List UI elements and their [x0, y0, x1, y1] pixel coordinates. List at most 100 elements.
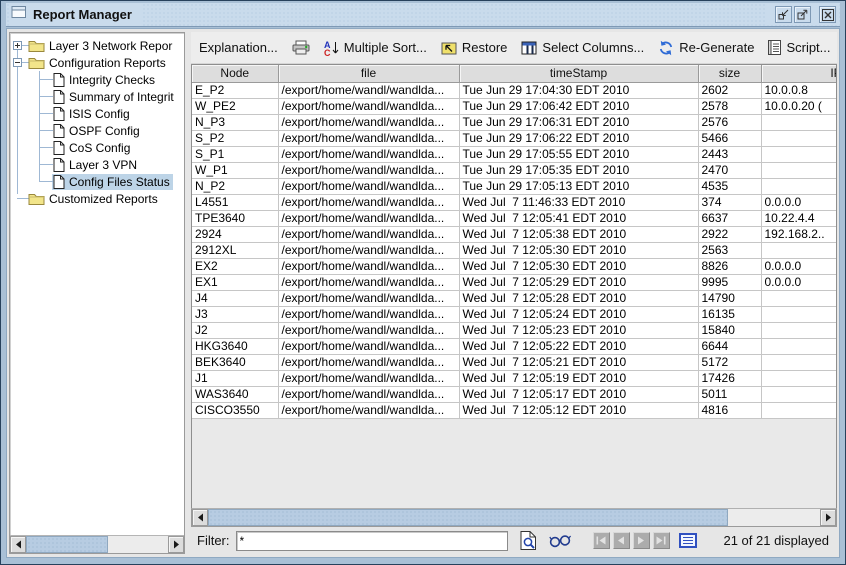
show-all-button[interactable]: [678, 533, 697, 548]
prev-page-button[interactable]: [612, 532, 630, 549]
tree-item-content: OSPF Config: [52, 123, 143, 139]
tree-item-label: Config Files Status: [69, 174, 170, 189]
filter-report-button[interactable]: [520, 531, 537, 550]
tree-scroll-right-button[interactable]: [168, 536, 184, 553]
cell-timestamp: Wed Jul 7 12:05:30 EDT 2010: [459, 258, 699, 275]
table-row[interactable]: S_P1/export/home/wandl/wandlda... Tue Jun…: [192, 146, 836, 163]
table-row[interactable]: EX1/export/home/wandl/wandlda... Wed Jul …: [192, 274, 836, 291]
table-scroll-left-button[interactable]: [192, 509, 208, 526]
cell-file: /export/home/wandl/wandlda...: [278, 370, 460, 387]
tree-item-customized-reports[interactable]: Customized Reports: [10, 190, 184, 207]
select-columns-button[interactable]: Select Columns...: [521, 40, 644, 55]
cell-timestamp: Wed Jul 7 12:05:38 EDT 2010: [459, 226, 699, 243]
cell-file: /export/home/wandl/wandlda...: [278, 82, 460, 99]
tree-scroll-thumb[interactable]: [26, 536, 109, 553]
tree-scroll-left-button[interactable]: [10, 536, 26, 553]
collapse-handle[interactable]: [13, 58, 22, 67]
table-row[interactable]: 2912XL/export/home/wandl/wandlda... Wed J…: [192, 242, 836, 259]
tree-horizontal-scrollbar[interactable]: [10, 535, 184, 553]
cell-node: J3: [192, 306, 279, 323]
table-row[interactable]: J2/export/home/wandl/wandlda... Wed Jul 7…: [192, 322, 836, 339]
table-scroll-right-button[interactable]: [820, 509, 836, 526]
table-row[interactable]: TPE3640/export/home/wandl/wandlda... Wed …: [192, 210, 836, 227]
table-row[interactable]: WAS3640/export/home/wandl/wandlda... Wed …: [192, 386, 836, 403]
table-row[interactable]: J3/export/home/wandl/wandlda... Wed Jul 7…: [192, 306, 836, 323]
cell-timestamp: Wed Jul 7 12:05:30 EDT 2010: [459, 242, 699, 259]
explanation-button[interactable]: Explanation...: [199, 40, 278, 55]
table-row[interactable]: 2924/export/home/wandl/wandlda... Wed Jul…: [192, 226, 836, 243]
script-button[interactable]: Script...: [768, 40, 831, 55]
table-horizontal-scrollbar[interactable]: [191, 508, 837, 527]
table-row[interactable]: BEK3640/export/home/wandl/wandlda... Wed …: [192, 354, 836, 371]
regenerate-button[interactable]: Re-Generate: [658, 40, 754, 56]
tree-item-layer3-vpn[interactable]: Layer 3 VPN: [10, 156, 184, 173]
window-icon: [11, 5, 27, 24]
first-page-button[interactable]: [592, 532, 610, 549]
cell-size: 374: [698, 194, 762, 211]
cell-size: 4816: [698, 402, 762, 419]
table-row[interactable]: HKG3640/export/home/wandl/wandlda... Wed …: [192, 338, 836, 355]
minimize-button[interactable]: [775, 6, 792, 23]
tree-item-content: Customized Reports: [27, 191, 161, 207]
cell-file: /export/home/wandl/wandlda...: [278, 210, 460, 227]
table-row[interactable]: J1/export/home/wandl/wandlda... Wed Jul 7…: [192, 370, 836, 387]
tree-item-config-files-status[interactable]: Config Files Status: [10, 173, 184, 190]
cell-timestamp: Tue Jun 29 17:05:55 EDT 2010: [459, 146, 699, 163]
advanced-search-button[interactable]: [548, 531, 571, 550]
cell-timestamp: Wed Jul 7 12:05:24 EDT 2010: [459, 306, 699, 323]
tree-scroll-track[interactable]: [26, 536, 168, 553]
column-header-timestamp[interactable]: timeStamp: [459, 65, 699, 83]
tree-item-label: Configuration Reports: [49, 55, 166, 70]
column-header-node[interactable]: Node: [192, 65, 279, 83]
tree-item-cos-config[interactable]: CoS Config: [10, 139, 184, 156]
cell-size: 5172: [698, 354, 762, 371]
restore-icon: [441, 41, 457, 55]
table-row[interactable]: W_PE2/export/home/wandl/wandlda... Tue Ju…: [192, 98, 836, 115]
table-row[interactable]: N_P2/export/home/wandl/wandlda... Tue Jun…: [192, 178, 836, 195]
table-row[interactable]: J4/export/home/wandl/wandlda... Wed Jul 7…: [192, 290, 836, 307]
cell-file: /export/home/wandl/wandlda...: [278, 162, 460, 179]
toolbar: Explanation... A C Multiple Sort... Restore S…: [191, 32, 837, 64]
tree-item-integrity-checks[interactable]: Integrity Checks: [10, 71, 184, 88]
cell-file: /export/home/wandl/wandlda...: [278, 130, 460, 147]
title-bar[interactable]: Report Manager: [6, 3, 840, 27]
tree-item-label: Customized Reports: [49, 191, 158, 206]
column-header-file[interactable]: file: [278, 65, 460, 83]
maximize-button[interactable]: [794, 6, 811, 23]
column-header-ip[interactable]: IP: [761, 65, 836, 83]
tree-item-summary-of-integrity[interactable]: Summary of Integrit: [10, 88, 184, 105]
cell-timestamp: Wed Jul 7 12:05:23 EDT 2010: [459, 322, 699, 339]
table-row[interactable]: W_P1/export/home/wandl/wandlda... Tue Jun…: [192, 162, 836, 179]
table-scroll-track[interactable]: [208, 509, 820, 526]
minimize-icon: [778, 9, 789, 20]
document-icon: [53, 174, 65, 189]
tree-item-configuration-reports[interactable]: Configuration Reports: [10, 54, 184, 71]
last-page-button[interactable]: [652, 532, 670, 549]
table-row[interactable]: EX2/export/home/wandl/wandlda... Wed Jul …: [192, 258, 836, 275]
next-page-button[interactable]: [632, 532, 650, 549]
table-row[interactable]: N_P3/export/home/wandl/wandlda... Tue Jun…: [192, 114, 836, 131]
cell-node: CISCO3550: [192, 402, 279, 419]
table-row[interactable]: S_P2/export/home/wandl/wandlda... Tue Jun…: [192, 130, 836, 147]
cell-node: N_P2: [192, 178, 279, 195]
multiple-sort-button[interactable]: A C Multiple Sort...: [324, 40, 427, 56]
restore-button[interactable]: Restore: [441, 40, 507, 55]
cell-ip: 10.0.0.20 (: [761, 98, 836, 115]
cell-node: 2912XL: [192, 242, 279, 259]
cell-ip: 10.22.4.4: [761, 210, 836, 227]
tree-item-ospf-config[interactable]: OSPF Config: [10, 122, 184, 139]
table-row[interactable]: E_P2/export/home/wandl/wandlda... Tue Jun…: [192, 82, 836, 99]
filter-input[interactable]: [235, 530, 508, 551]
table-row[interactable]: CISCO3550/export/home/wandl/wandlda... We…: [192, 402, 836, 419]
folder-icon: [28, 192, 45, 205]
close-button[interactable]: [819, 6, 836, 23]
print-button[interactable]: [292, 40, 310, 55]
tree-item-layer3-network-reports[interactable]: Layer 3 Network Repor: [10, 37, 184, 54]
table-row[interactable]: L4551/export/home/wandl/wandlda... Wed Ju…: [192, 194, 836, 211]
cell-ip: [761, 114, 836, 131]
column-header-size[interactable]: size: [698, 65, 762, 83]
table-scroll-thumb[interactable]: [208, 509, 729, 526]
cell-ip: 0.0.0.0: [761, 274, 836, 291]
tree-item-isis-config[interactable]: ISIS Config: [10, 105, 184, 122]
expand-handle[interactable]: [13, 41, 22, 50]
